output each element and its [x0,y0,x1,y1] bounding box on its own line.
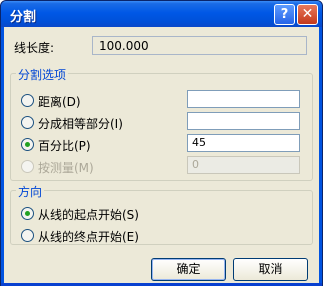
split-dialog: 分割 ? ✕ 线长度: 100.000 分割选项 距离(D) 分成相等部分(I)… [0,0,323,286]
window-title: 分割 [10,10,37,25]
by-measure-label: 按测量(M) [38,161,94,175]
distance-radio[interactable] [21,94,34,107]
distance-input[interactable] [187,90,300,108]
line-length-label: 线长度: [14,41,55,55]
question-mark-icon: ? [280,7,289,22]
percentage-input[interactable]: 45 [187,134,300,152]
direction-legend: 方向 [16,183,45,200]
distance-label[interactable]: 距离(D) [38,93,81,110]
split-options-legend: 分割选项 [16,66,69,83]
from-end-label[interactable]: 从线的终点开始(E) [38,228,139,245]
close-button[interactable]: ✕ [297,4,318,25]
from-start-label[interactable]: 从线的起点开始(S) [38,206,139,223]
by-measure-radio [21,160,34,173]
equal-parts-input[interactable] [187,112,300,130]
close-icon: ✕ [301,6,314,22]
cancel-button[interactable]: 取消 [233,258,308,281]
help-button[interactable]: ? [274,4,295,25]
equal-parts-radio[interactable] [21,116,34,129]
by-measure-input: 0 [187,156,300,174]
line-length-value: 100.000 [92,36,307,55]
equal-parts-label[interactable]: 分成相等部分(I) [38,115,123,132]
percentage-radio[interactable] [21,138,34,151]
line-length-value-text: 100.000 [99,39,149,53]
title-bar[interactable]: 分割 ? ✕ [1,1,322,27]
dialog-body: 线长度: 100.000 分割选项 距离(D) 分成相等部分(I) 百分比(P)… [4,27,319,283]
from-end-radio[interactable] [21,229,34,242]
from-start-radio[interactable] [21,207,34,220]
percentage-label[interactable]: 百分比(P) [38,137,91,154]
ok-button[interactable]: 确定 [151,258,226,281]
